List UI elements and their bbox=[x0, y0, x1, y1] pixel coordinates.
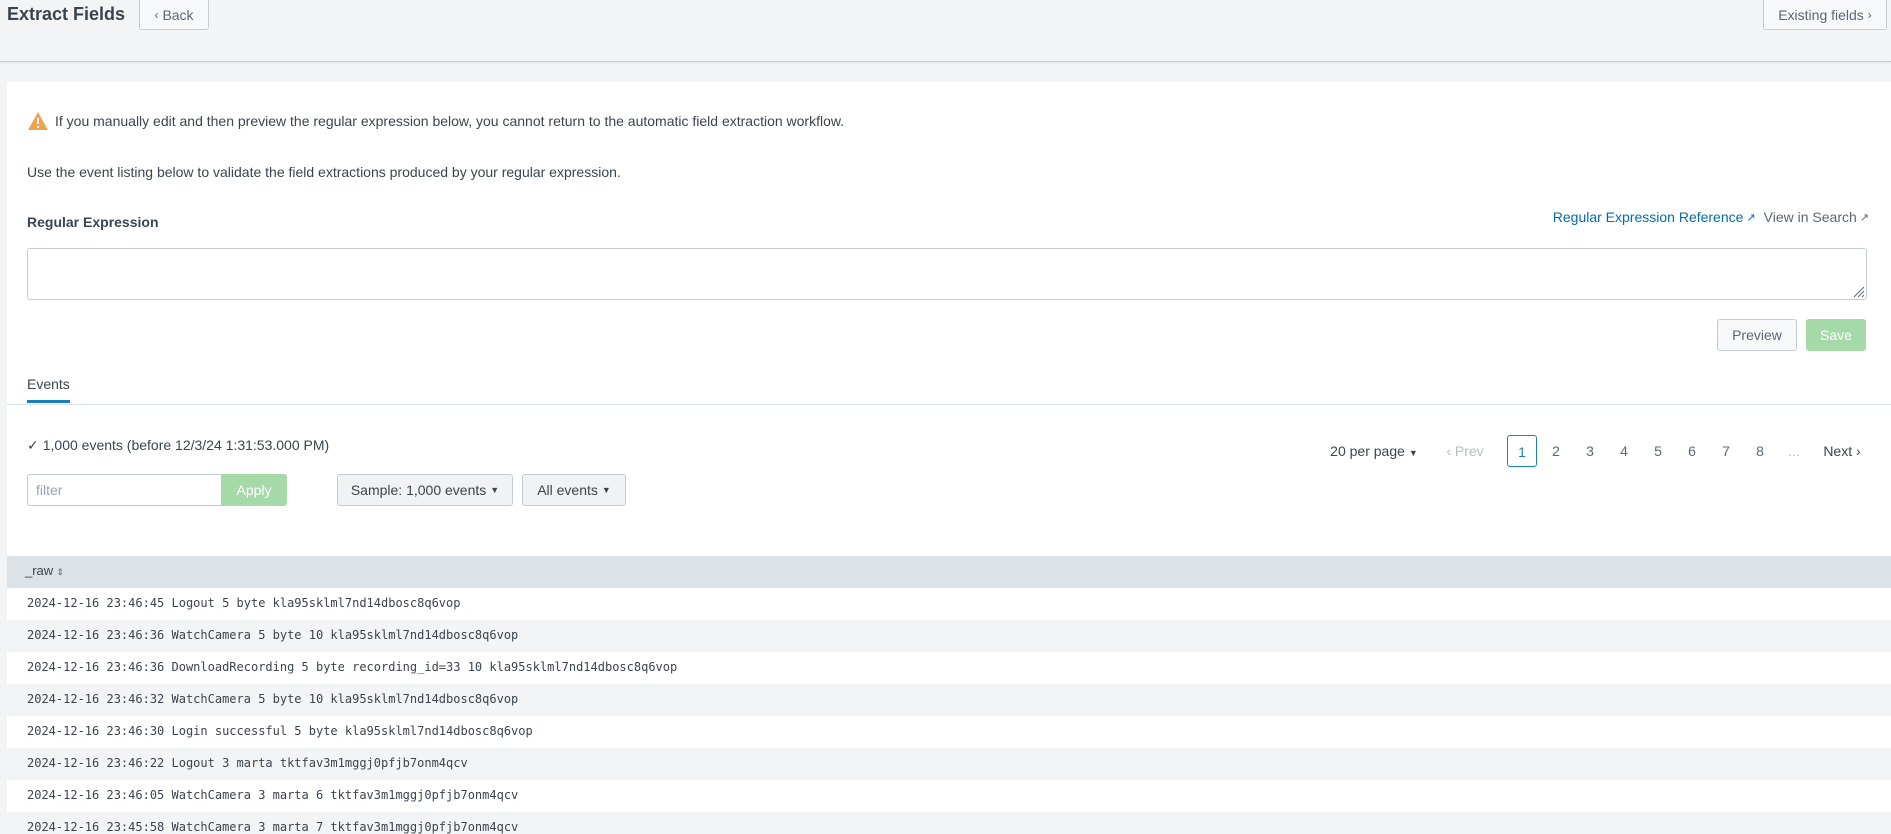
raw-event-text: 2024-12-16 23:46:30 Login successful 5 b… bbox=[27, 724, 533, 738]
table-header: _raw ⇕ bbox=[7, 556, 1891, 588]
table-row[interactable]: 2024-12-16 23:46:32 WatchCamera 5 byte 1… bbox=[7, 684, 1891, 716]
raw-event-text: 2024-12-16 23:46:05 WatchCamera 3 marta … bbox=[27, 788, 519, 802]
prev-label: Prev bbox=[1454, 443, 1484, 459]
table-row[interactable]: 2024-12-16 23:46:22 Logout 3 marta tktfa… bbox=[7, 748, 1891, 780]
warning-icon bbox=[28, 112, 48, 130]
table-row[interactable]: 2024-12-16 23:46:05 WatchCamera 3 marta … bbox=[7, 780, 1891, 812]
existing-fields-label: Existing fields bbox=[1778, 6, 1864, 23]
sample-label: Sample: 1,000 events bbox=[350, 482, 487, 498]
raw-event-text: 2024-12-16 23:46:36 WatchCamera 5 byte 1… bbox=[27, 628, 519, 642]
external-link-icon: ↗ bbox=[1859, 211, 1869, 224]
raw-event-text: 2024-12-16 23:46:45 Logout 5 byte kla95s… bbox=[27, 596, 461, 610]
page-2-button[interactable]: 2 bbox=[1541, 435, 1571, 467]
raw-event-text: 2024-12-16 23:45:58 WatchCamera 3 marta … bbox=[27, 820, 519, 834]
page-7-button[interactable]: 7 bbox=[1711, 435, 1741, 467]
event-count-text: 1,000 events (before 12/3/24 1:31:53.000… bbox=[42, 437, 330, 453]
pagination-ellipsis: ... bbox=[1788, 443, 1800, 459]
tab-events[interactable]: Events bbox=[27, 376, 70, 403]
check-icon: ✓ bbox=[27, 437, 39, 453]
column-raw-header[interactable]: _raw ⇕ bbox=[25, 563, 64, 578]
filter-input[interactable] bbox=[27, 474, 221, 506]
regex-links: Regular Expression Reference ↗ View in S… bbox=[1553, 209, 1869, 225]
resize-handle-icon[interactable] bbox=[1851, 284, 1865, 298]
main-panel: If you manually edit and then preview th… bbox=[7, 82, 1891, 834]
regex-reference-label: Regular Expression Reference bbox=[1552, 209, 1744, 225]
page-title: Extract Fields bbox=[7, 4, 126, 24]
warning-message: If you manually edit and then preview th… bbox=[27, 111, 844, 131]
all-events-dropdown[interactable]: All events ▼ bbox=[522, 474, 626, 506]
existing-fields-button[interactable]: Existing fields › bbox=[1763, 0, 1887, 30]
apply-button[interactable]: Apply bbox=[221, 474, 287, 506]
page-3-button[interactable]: 3 bbox=[1575, 435, 1605, 467]
raw-event-text: 2024-12-16 23:46:32 WatchCamera 5 byte 1… bbox=[27, 692, 519, 706]
per-page-dropdown[interactable]: 20 per page ▼ bbox=[1326, 435, 1422, 467]
info-text: Use the event listing below to validate … bbox=[27, 164, 621, 180]
table-row[interactable]: 2024-12-16 23:45:58 WatchCamera 3 marta … bbox=[7, 812, 1891, 834]
table-row[interactable]: 2024-12-16 23:46:36 WatchCamera 5 byte 1… bbox=[7, 620, 1891, 652]
external-link-icon: ↗ bbox=[1746, 211, 1756, 224]
regex-textarea[interactable] bbox=[27, 248, 1867, 300]
page-1-button[interactable]: 1 bbox=[1507, 435, 1537, 467]
view-in-search-label: View in Search bbox=[1763, 209, 1857, 225]
tabs-divider bbox=[7, 404, 1891, 405]
raw-event-text: 2024-12-16 23:46:36 DownloadRecording 5 … bbox=[27, 660, 678, 674]
per-page-label: 20 per page bbox=[1330, 443, 1405, 459]
view-in-search-link[interactable]: View in Search ↗ bbox=[1764, 209, 1869, 225]
regex-reference-link[interactable]: Regular Expression Reference ↗ bbox=[1553, 209, 1756, 225]
prev-page-button[interactable]: ‹ Prev bbox=[1441, 435, 1489, 467]
back-button-label: Back bbox=[162, 6, 194, 23]
chevron-right-icon: › bbox=[1867, 7, 1872, 22]
page-5-button[interactable]: 5 bbox=[1643, 435, 1673, 467]
table-row[interactable]: 2024-12-16 23:46:36 DownloadRecording 5 … bbox=[7, 652, 1891, 684]
next-page-button[interactable]: Next › bbox=[1817, 435, 1867, 467]
chevron-left-icon: ‹ bbox=[154, 7, 159, 22]
page-4-button[interactable]: 4 bbox=[1609, 435, 1639, 467]
event-count: ✓ 1,000 events (before 12/3/24 1:31:53.00… bbox=[27, 437, 329, 454]
next-label: Next bbox=[1823, 443, 1853, 459]
chevron-left-icon: ‹ bbox=[1446, 443, 1455, 459]
back-button[interactable]: ‹ Back bbox=[139, 0, 209, 30]
table-row[interactable]: 2024-12-16 23:46:30 Login successful 5 b… bbox=[7, 716, 1891, 748]
caret-down-icon: ▼ bbox=[1408, 448, 1418, 458]
page-header: Extract Fields ‹ Back Existing fields › bbox=[0, 0, 1891, 62]
page-8-button[interactable]: 8 bbox=[1745, 435, 1775, 467]
column-raw-label: _raw bbox=[25, 563, 54, 578]
page-6-button[interactable]: 6 bbox=[1677, 435, 1707, 467]
chevron-right-icon: › bbox=[1852, 443, 1861, 459]
sort-icon: ⇕ bbox=[56, 567, 64, 577]
raw-event-text: 2024-12-16 23:46:22 Logout 3 marta tktfa… bbox=[27, 756, 468, 770]
table-row[interactable]: 2024-12-16 23:46:45 Logout 5 byte kla95s… bbox=[7, 588, 1891, 620]
all-events-label: All events bbox=[537, 482, 598, 498]
caret-down-icon: ▼ bbox=[490, 485, 500, 495]
preview-button[interactable]: Preview bbox=[1717, 319, 1797, 351]
warning-text: If you manually edit and then preview th… bbox=[55, 113, 845, 129]
save-button[interactable]: Save bbox=[1806, 319, 1866, 351]
sample-dropdown[interactable]: Sample: 1,000 events ▼ bbox=[337, 474, 513, 506]
caret-down-icon: ▼ bbox=[601, 485, 611, 495]
regex-label: Regular Expression bbox=[27, 214, 159, 230]
